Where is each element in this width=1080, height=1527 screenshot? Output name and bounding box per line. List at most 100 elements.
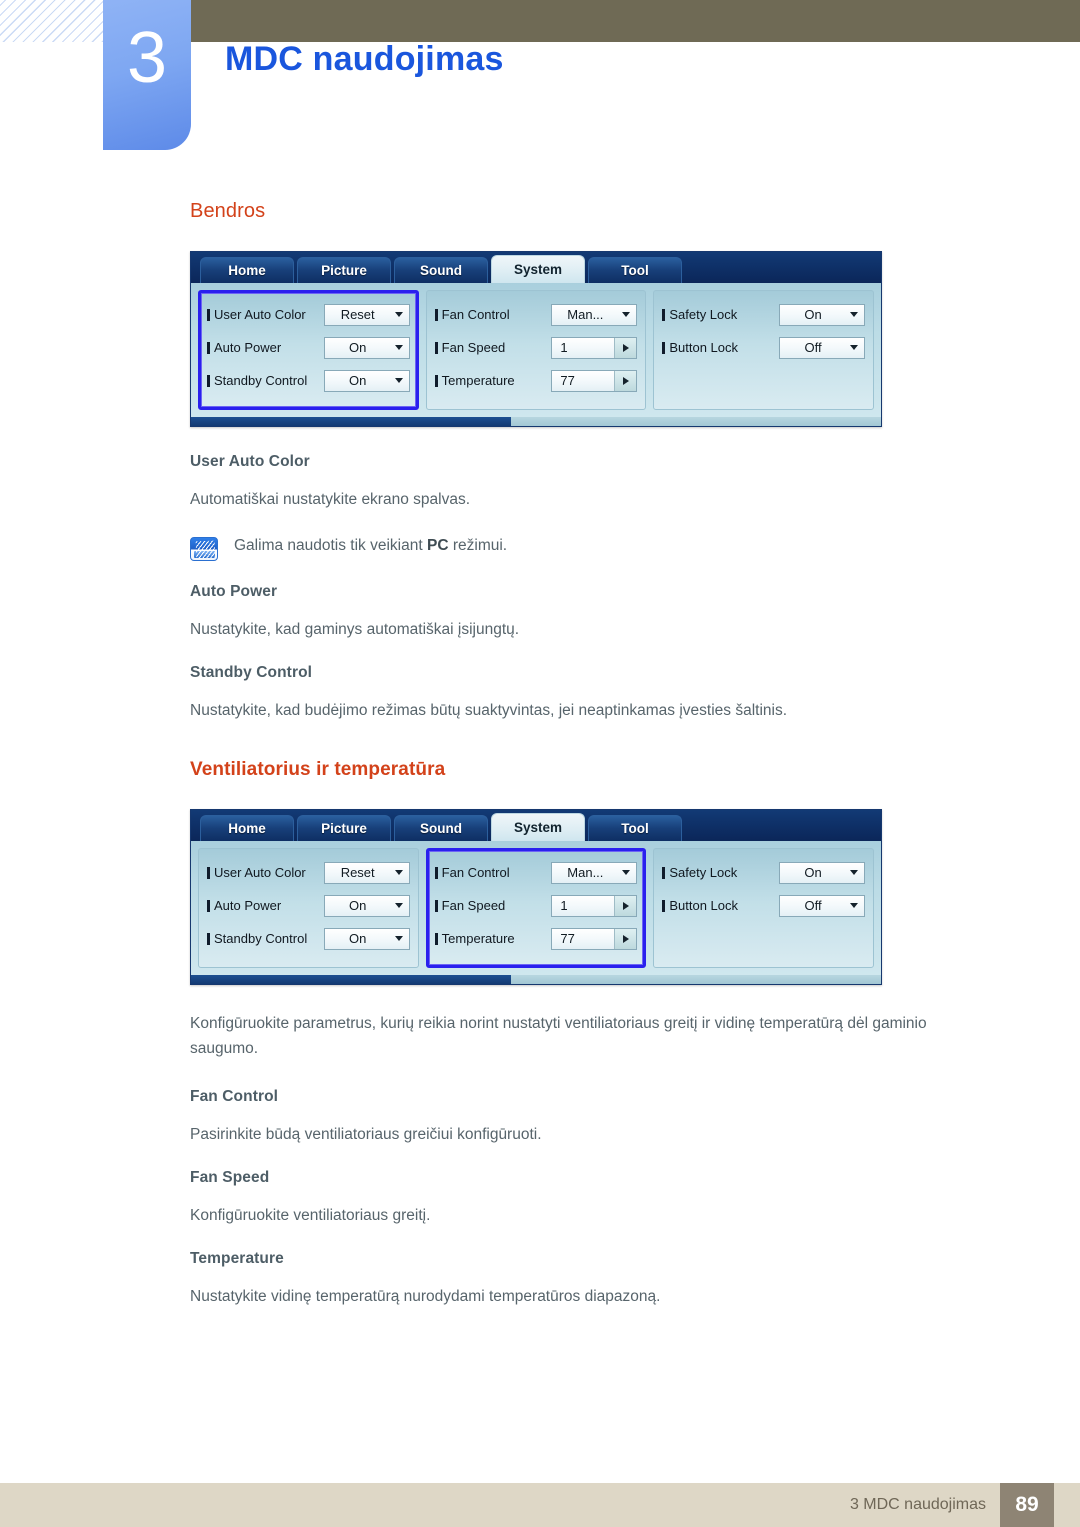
dropdown-user-auto-color[interactable]: Reset [323,861,410,884]
group-fan-settings[interactable]: Fan Control Man... Fan Speed 1 Temperatu… [425,848,647,969]
chevron-down-icon[interactable] [616,305,636,325]
label-temperature: Temperature [434,931,552,946]
bullet-bar-icon [662,308,666,321]
tab-home[interactable]: Home [200,815,294,842]
row-temperature[interactable]: Temperature 77 [434,364,638,397]
arrow-right-icon[interactable] [614,895,637,916]
row-safety-lock[interactable]: Safety Lock On [662,298,866,331]
chevron-down-icon[interactable] [389,338,409,358]
note-pc-mode: Galima naudotis tik veikiant PC režimui. [190,534,1080,562]
chevron-down-icon[interactable] [844,896,864,916]
row-fan-speed[interactable]: Fan Speed 1 [434,889,638,922]
dropdown-safety-lock[interactable]: On [779,303,866,326]
mdc-tab-bar: Home Picture Sound System Tool [191,252,881,283]
subheading-standby-control: Standby Control [190,664,313,682]
chevron-down-icon[interactable] [389,305,409,325]
mdc-system-panel-general[interactable]: Home Picture Sound System Tool User Auto… [190,251,882,427]
tab-picture[interactable]: Picture [297,257,391,283]
row-auto-power[interactable]: Auto Power On [207,889,410,922]
row-standby-control[interactable]: Standby Control On [207,922,410,955]
header-khaki-bar [190,0,1080,42]
spinner-temperature[interactable]: 77 [551,927,638,950]
chevron-down-icon[interactable] [389,929,409,949]
tab-tool[interactable]: Tool [588,815,682,842]
group-general-settings[interactable]: User Auto Color Reset Auto Power On Stan… [198,848,419,969]
row-fan-control[interactable]: Fan Control Man... [434,856,638,889]
chapter-number-block: 3 [103,0,191,150]
bullet-bar-icon [662,341,666,354]
subheading-temperature: Temperature [190,1249,284,1267]
row-fan-speed[interactable]: Fan Speed 1 [434,331,638,364]
note-prefix: Galima naudotis tik veikiant [234,537,427,555]
tab-sound[interactable]: Sound [394,815,488,842]
row-safety-lock[interactable]: Safety Lock On [662,856,866,889]
arrow-right-icon[interactable] [614,928,637,949]
text-fan-speed: Konfigūruokite ventiliatoriaus greitį. [190,1206,431,1224]
bullet-bar-icon [434,932,438,945]
chevron-down-icon[interactable] [844,305,864,325]
dropdown-auto-power[interactable]: On [323,894,410,917]
row-user-auto-color[interactable]: User Auto Color Reset [207,856,410,889]
chevron-down-icon[interactable] [389,863,409,883]
label-fan-control: Fan Control [434,865,552,880]
text-fan-control: Pasirinkite būdą ventiliatoriaus greičiu… [190,1125,542,1143]
dropdown-auto-power[interactable]: On [323,336,410,359]
tab-home[interactable]: Home [200,257,294,283]
mdc-footer-right [511,417,881,426]
dropdown-button-lock[interactable]: Off [779,894,866,917]
chevron-down-icon[interactable] [389,371,409,391]
tab-sound[interactable]: Sound [394,257,488,283]
label-fan-control: Fan Control [434,307,552,322]
arrow-right-icon[interactable] [614,370,637,391]
row-user-auto-color[interactable]: User Auto Color Reset [207,298,410,331]
tab-system[interactable]: System [491,813,585,842]
note-bold: PC [426,537,449,555]
group-general-settings[interactable]: User Auto Color Reset Auto Power On Stan… [198,290,419,410]
label-user-auto-color: User Auto Color [207,865,324,880]
dropdown-button-lock[interactable]: Off [779,336,866,359]
dropdown-standby-control[interactable]: On [323,369,410,392]
text-temperature: Nustatykite vidinę temperatūrą nurodydam… [190,1287,661,1305]
row-fan-control[interactable]: Fan Control Man... [434,298,638,331]
dropdown-fan-control[interactable]: Man... [551,303,638,326]
spinner-fan-speed[interactable]: 1 [551,894,638,917]
subheading-user-auto-color: User Auto Color [190,453,310,470]
mdc-footer-left [191,417,511,426]
row-temperature[interactable]: Temperature 77 [434,922,638,955]
mdc-panel-footer [191,417,881,426]
document-page: 3 MDC naudojimas Bendros Home Picture So… [0,0,1080,1527]
page-content: Bendros Home Picture Sound System Tool U… [0,200,1080,1309]
arrow-right-icon[interactable] [614,337,637,358]
spinner-fan-speed[interactable]: 1 [551,336,638,359]
label-standby-control: Standby Control [207,931,324,946]
dropdown-safety-lock[interactable]: On [779,861,866,884]
label-auto-power: Auto Power [207,898,324,913]
chevron-down-icon[interactable] [389,896,409,916]
dropdown-fan-control[interactable]: Man... [551,861,638,884]
chevron-down-icon[interactable] [844,338,864,358]
mdc-panel-body: User Auto Color Reset Auto Power On Stan… [191,841,881,976]
row-standby-control[interactable]: Standby Control On [207,364,410,397]
group-lock-settings[interactable]: Safety Lock On Button Lock Off [653,848,875,969]
tab-tool[interactable]: Tool [588,257,682,283]
spinner-temperature[interactable]: 77 [551,369,638,392]
label-button-lock: Button Lock [662,340,779,355]
dropdown-user-auto-color[interactable]: Reset [323,303,410,326]
bullet-bar-icon [207,308,210,321]
group-lock-settings[interactable]: Safety Lock On Button Lock Off [653,290,875,410]
group-fan-settings[interactable]: Fan Control Man... Fan Speed 1 Temperatu… [425,290,647,410]
tab-picture[interactable]: Picture [297,815,391,842]
mdc-system-panel-fan[interactable]: Home Picture Sound System Tool User Auto… [190,809,882,986]
row-button-lock[interactable]: Button Lock Off [662,889,866,922]
row-button-lock[interactable]: Button Lock Off [662,331,866,364]
page-footer: 3 MDC naudojimas 89 [0,1483,1080,1527]
chevron-down-icon[interactable] [616,863,636,883]
dropdown-standby-control[interactable]: On [323,927,410,950]
row-auto-power[interactable]: Auto Power On [207,331,410,364]
chevron-down-icon[interactable] [844,863,864,883]
mdc-tab-bar: Home Picture Sound System Tool [191,810,881,842]
bullet-bar-icon [207,374,210,387]
label-user-auto-color: User Auto Color [207,307,324,322]
subheading-fan-speed: Fan Speed [190,1168,270,1186]
tab-system[interactable]: System [491,255,585,283]
